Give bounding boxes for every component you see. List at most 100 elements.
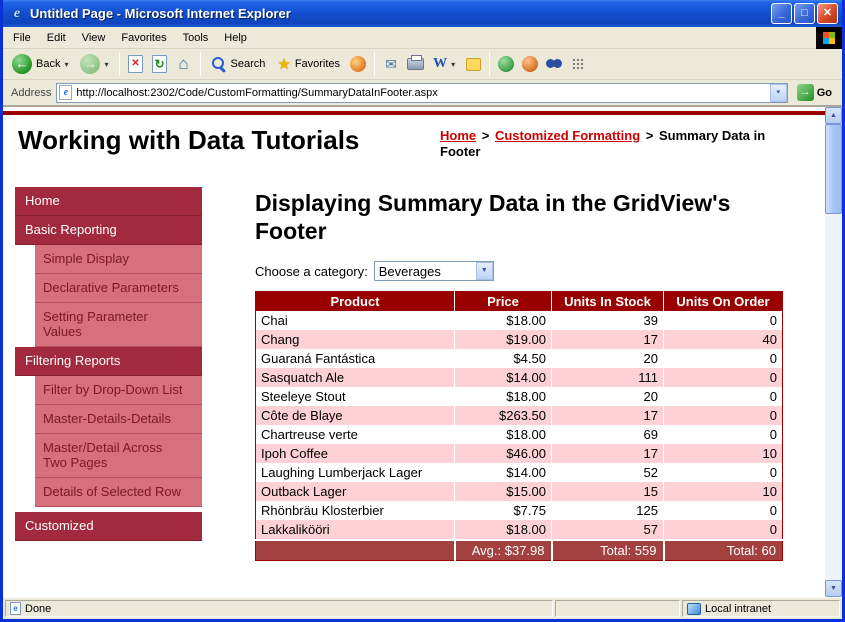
footer-cell-total-stock: Total: 559: [552, 540, 664, 561]
table-row: Steeleye Stout $18.00 20 0: [256, 387, 783, 406]
back-label: Back: [36, 58, 60, 70]
toolbar-separator: [374, 52, 375, 76]
category-selected-value: Beverages: [375, 264, 476, 279]
go-arrow-icon: →: [797, 84, 814, 101]
cell-units-in-stock: 57: [552, 520, 664, 540]
favorites-button[interactable]: ★ Favorites: [272, 53, 345, 75]
scrollbar-thumb[interactable]: [825, 124, 842, 214]
sidebar-item-filter-by-dropdown-list[interactable]: Filter by Drop-Down List: [35, 376, 202, 405]
menu-file[interactable]: File: [5, 29, 39, 47]
forward-dropdown-icon[interactable]: ▾: [104, 60, 108, 69]
cell-units-in-stock: 39: [552, 311, 664, 330]
sidebar-item-customized[interactable]: Customized: [15, 512, 202, 541]
address-label: Address: [11, 87, 51, 99]
scrollbar-track[interactable]: [825, 124, 842, 580]
cell-price: $46.00: [455, 444, 552, 463]
cell-product: Steeleye Stout: [256, 387, 455, 406]
quick-launch-button[interactable]: [567, 53, 589, 75]
discuss-button[interactable]: [462, 53, 484, 75]
scroll-down-button[interactable]: ▼: [825, 580, 842, 597]
toolbar: ← Back ▾ → ▾ ✕ ↻ ⌂ Search ★ Favorites: [3, 49, 842, 80]
window-title: Untitled Page - Microsoft Internet Explo…: [30, 6, 771, 21]
page-body: Home Basic Reporting Simple Display Decl…: [3, 179, 825, 561]
title-bar[interactable]: e Untitled Page - Microsoft Internet Exp…: [3, 0, 842, 27]
products-gridview: Product Price Units In Stock Units On Or…: [255, 291, 783, 561]
sidebar-item-filtering-reports[interactable]: Filtering Reports: [15, 347, 202, 376]
home-button[interactable]: ⌂: [173, 53, 195, 75]
edit-dropdown-icon[interactable]: ▾: [451, 60, 455, 69]
refresh-button[interactable]: ↻: [149, 53, 171, 75]
cell-units-on-order: 0: [664, 311, 783, 330]
cell-units-on-order: 0: [664, 463, 783, 482]
select-dropdown-icon[interactable]: ▼: [476, 262, 493, 280]
sidebar-item-setting-parameter-values[interactable]: Setting Parameter Values: [35, 303, 202, 347]
menu-favorites[interactable]: Favorites: [113, 29, 174, 47]
cell-units-on-order: 40: [664, 330, 783, 349]
sidebar-item-declarative-parameters[interactable]: Declarative Parameters: [35, 274, 202, 303]
scroll-up-button[interactable]: ▲: [825, 107, 842, 124]
main-content: Displaying Summary Data in the GridView'…: [255, 179, 789, 561]
sidebar-item-basic-reporting[interactable]: Basic Reporting: [15, 216, 202, 245]
messenger-icon: [498, 56, 514, 72]
address-dropdown-icon[interactable]: ▾: [770, 84, 787, 102]
cell-product: Laughing Lumberjack Lager: [256, 463, 455, 482]
cell-units-in-stock: 17: [552, 406, 664, 425]
cell-units-in-stock: 17: [552, 444, 664, 463]
address-input[interactable]: [76, 85, 769, 101]
forward-button[interactable]: → ▾: [75, 52, 113, 76]
table-row: Laughing Lumberjack Lager $14.00 52 0: [256, 463, 783, 482]
sidebar-item-details-of-selected-row[interactable]: Details of Selected Row: [35, 478, 202, 507]
sidebar-item-home[interactable]: Home: [15, 187, 202, 216]
cell-units-on-order: 0: [664, 349, 783, 368]
sidebar-item-master-details-details[interactable]: Master-Details-Details: [35, 405, 202, 434]
minimize-button[interactable]: _: [771, 3, 792, 24]
maximize-button[interactable]: □: [794, 3, 815, 24]
research-button[interactable]: [543, 53, 565, 75]
history-button[interactable]: [347, 53, 369, 75]
cell-units-on-order: 0: [664, 406, 783, 425]
cell-units-on-order: 0: [664, 425, 783, 444]
back-dropdown-icon[interactable]: ▾: [64, 60, 68, 69]
cell-product: Ipoh Coffee: [256, 444, 455, 463]
go-button[interactable]: → Go: [793, 83, 836, 102]
table-row: Sasquatch Ale $14.00 111 0: [256, 368, 783, 387]
column-header-price: Price: [455, 292, 552, 312]
menu-edit[interactable]: Edit: [39, 29, 74, 47]
table-row: Outback Lager $15.00 15 10: [256, 482, 783, 501]
column-header-product: Product: [256, 292, 455, 312]
table-row: Lakkalikööri $18.00 57 0: [256, 520, 783, 540]
menu-tools[interactable]: Tools: [175, 29, 217, 47]
stop-button[interactable]: ✕: [125, 53, 147, 75]
messenger-button[interactable]: [495, 53, 517, 75]
vertical-scrollbar[interactable]: ▲ ▼: [825, 107, 842, 597]
breadcrumb-separator: >: [644, 128, 656, 143]
menu-help[interactable]: Help: [216, 29, 255, 47]
cell-units-on-order: 0: [664, 520, 783, 540]
cell-units-in-stock: 125: [552, 501, 664, 520]
cell-price: $18.00: [455, 520, 552, 540]
address-field: e ▾: [56, 83, 787, 103]
back-button[interactable]: ← Back ▾: [7, 52, 73, 76]
mail-button[interactable]: ✉: [380, 53, 402, 75]
cell-product: Sasquatch Ale: [256, 368, 455, 387]
edit-with-word-button[interactable]: W ▾: [428, 54, 460, 74]
breadcrumb-link-section[interactable]: Customized Formatting: [495, 128, 640, 143]
breadcrumb-separator: >: [480, 128, 492, 143]
breadcrumb: Home > Customized Formatting > Summary D…: [440, 128, 802, 160]
close-button[interactable]: ✕: [817, 3, 838, 24]
sidebar-nav: Home Basic Reporting Simple Display Decl…: [15, 187, 202, 541]
cell-product: Guaraná Fantástica: [256, 349, 455, 368]
print-icon: [407, 58, 424, 70]
sidebar-item-master-detail-across-two-pages[interactable]: Master/Detail Across Two Pages: [35, 434, 202, 478]
mail-icon: ✉: [385, 56, 397, 73]
cell-product: Lakkalikööri: [256, 520, 455, 540]
category-select[interactable]: Beverages ▼: [374, 261, 494, 281]
sidebar-item-simple-display[interactable]: Simple Display: [35, 245, 202, 274]
media-button[interactable]: [519, 53, 541, 75]
table-row: Côte de Blaye $263.50 17 0: [256, 406, 783, 425]
search-button[interactable]: Search: [206, 54, 271, 74]
breadcrumb-link-home[interactable]: Home: [440, 128, 476, 143]
print-button[interactable]: [404, 53, 426, 75]
menu-view[interactable]: View: [74, 29, 114, 47]
binoculars-icon: [546, 59, 562, 69]
